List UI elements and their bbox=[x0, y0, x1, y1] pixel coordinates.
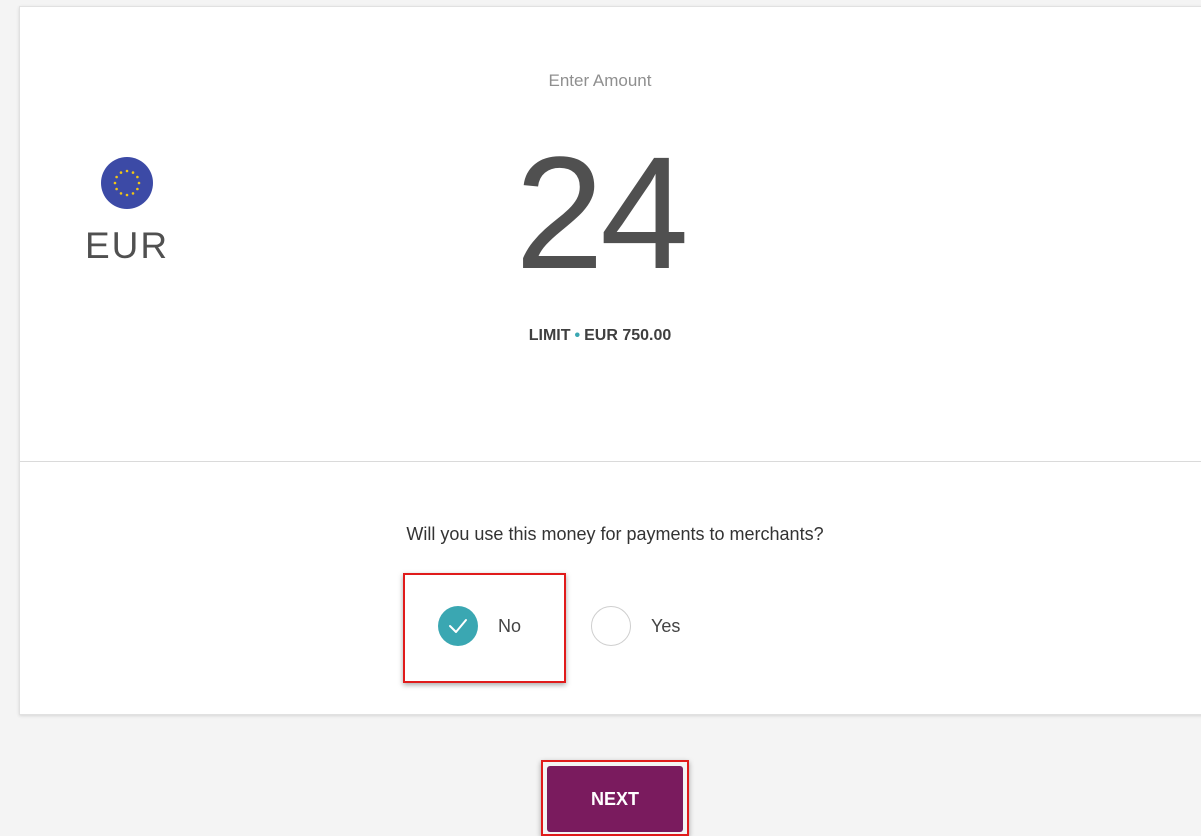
limit-value: EUR 750.00 bbox=[584, 327, 672, 344]
radio-unchecked-icon[interactable] bbox=[591, 606, 631, 646]
radio-label-yes: Yes bbox=[651, 615, 681, 636]
limit-info: LIMIT • EUR 750.00 bbox=[20, 327, 1180, 345]
enter-amount-label: Enter Amount bbox=[548, 71, 652, 90]
radio-option-yes[interactable]: Yes bbox=[591, 606, 680, 646]
amount-input[interactable]: 24 bbox=[20, 133, 1180, 293]
limit-separator: • bbox=[574, 327, 581, 344]
next-button[interactable]: NEXT bbox=[547, 766, 683, 832]
limit-label: LIMIT bbox=[528, 327, 571, 344]
merchant-question: Will you use this money for payments to … bbox=[406, 524, 824, 544]
highlight-box-no bbox=[403, 573, 566, 683]
divider bbox=[20, 461, 1201, 462]
